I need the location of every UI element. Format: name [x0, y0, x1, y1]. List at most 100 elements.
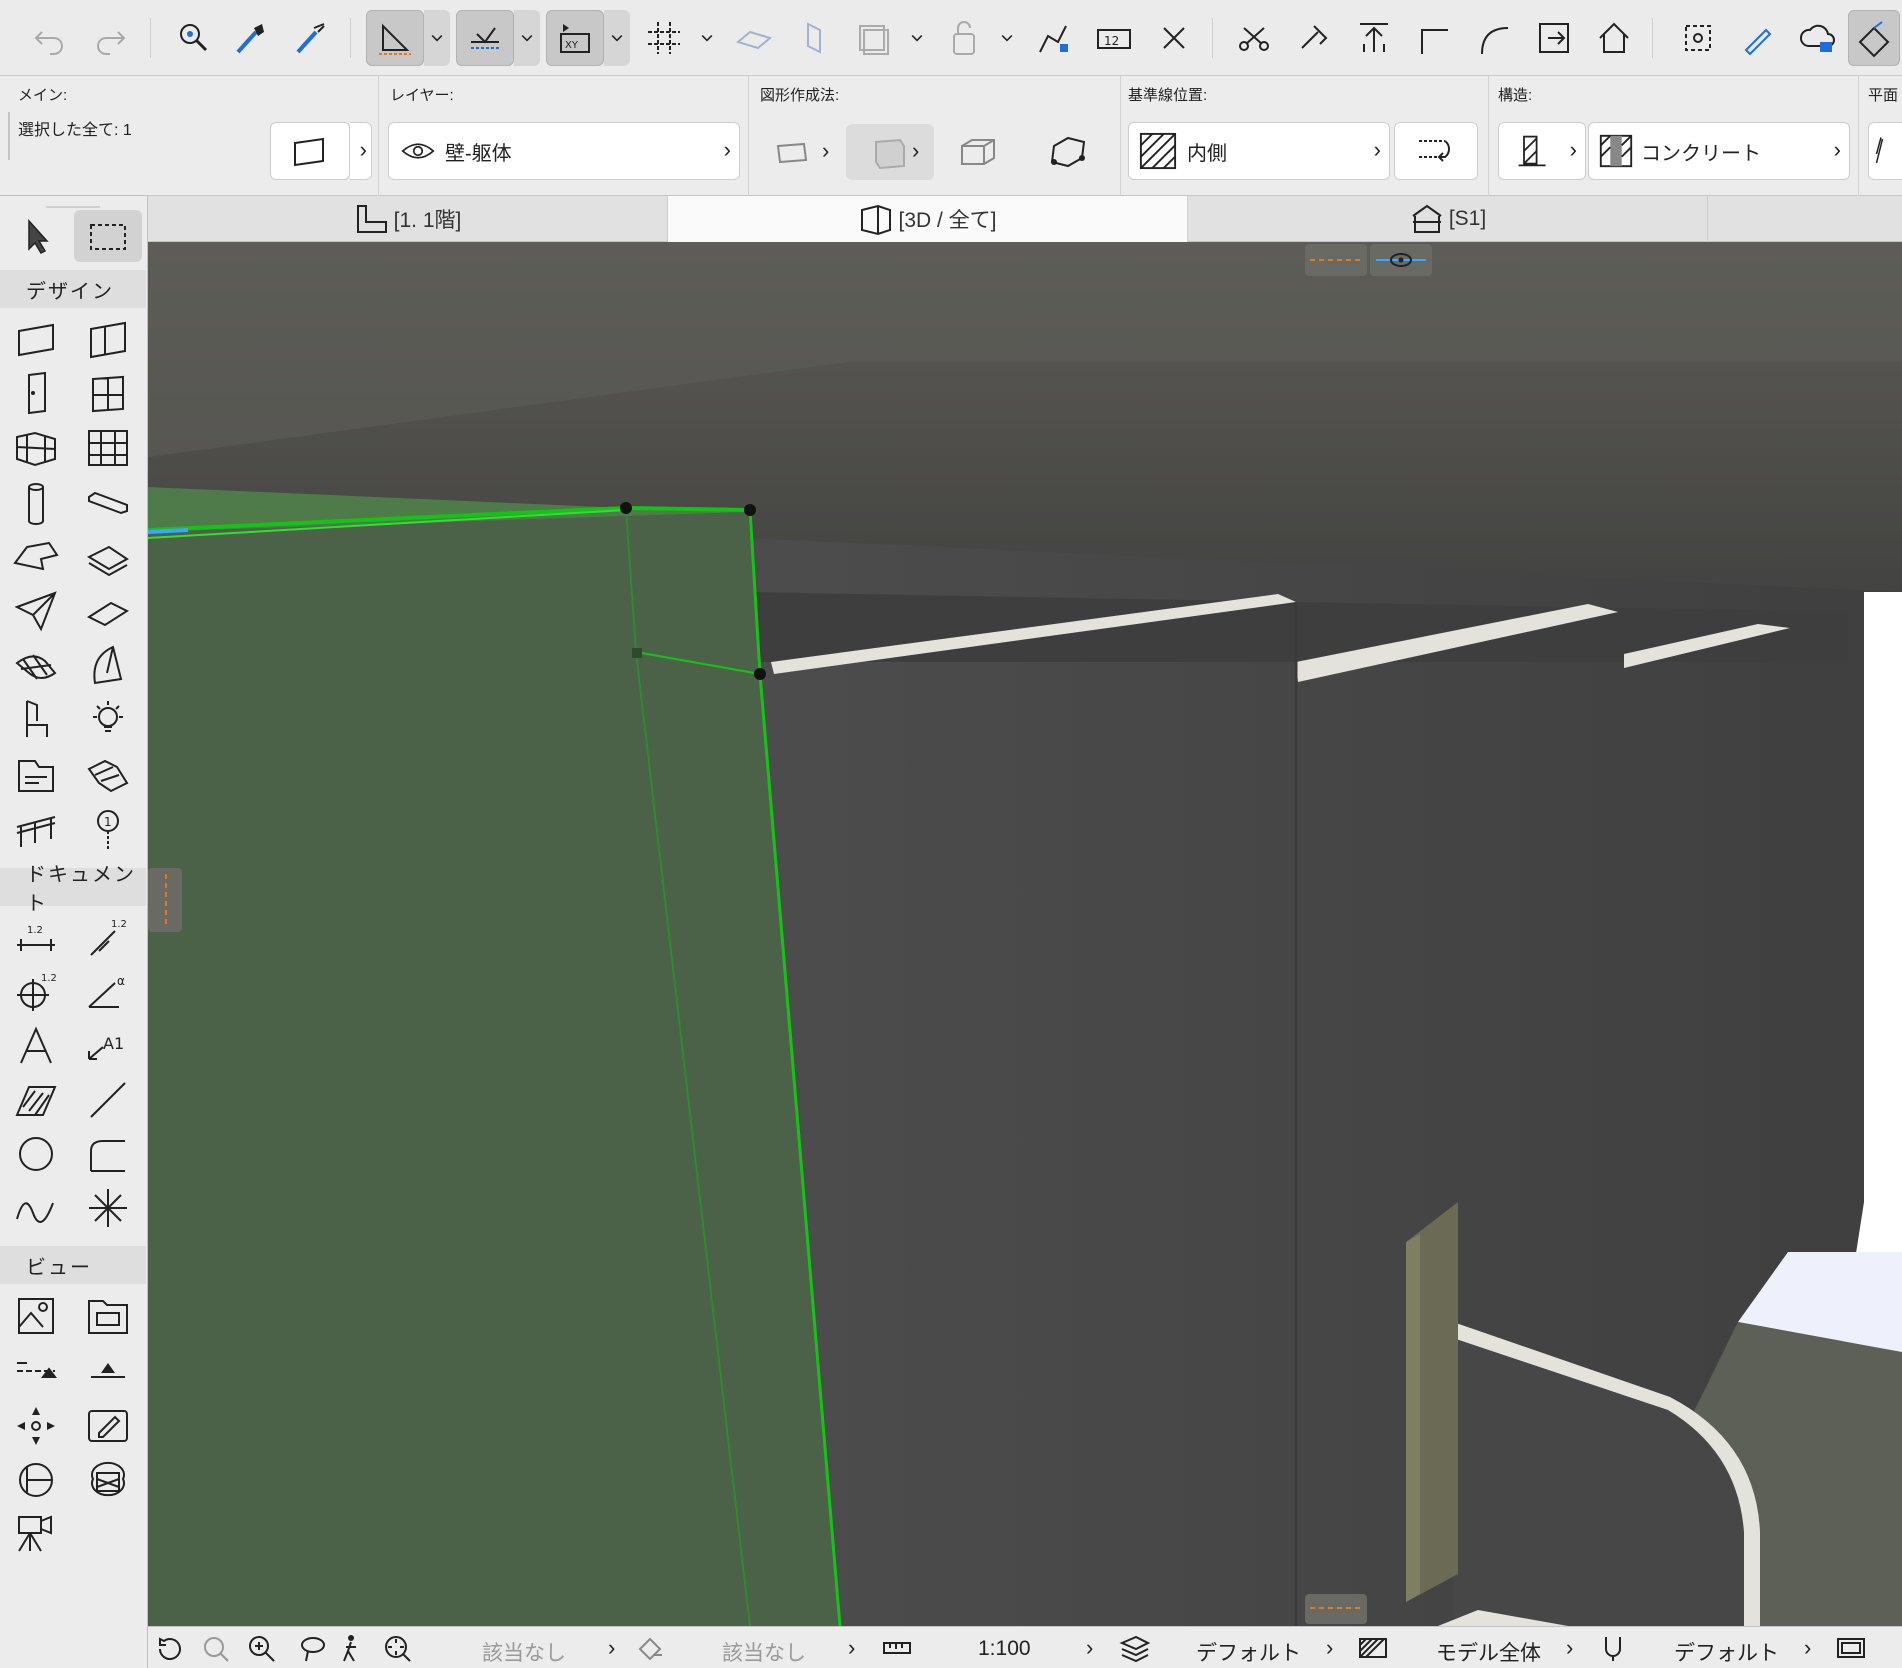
trace-icon[interactable]: [850, 10, 898, 66]
teamwork-icon[interactable]: [1794, 10, 1842, 66]
vertical-plane-icon[interactable]: [790, 10, 838, 66]
selection-hotspot[interactable]: [744, 504, 756, 516]
wall-box-method-icon[interactable]: [950, 124, 1006, 180]
fill-tool-icon[interactable]: [6, 1074, 66, 1126]
partial-structure-icon[interactable]: [1834, 1631, 1868, 1665]
tab-3d-window[interactable]: [3D / 全て]: [668, 196, 1188, 242]
suspend-groups-icon[interactable]: [940, 10, 988, 66]
find-select-icon[interactable]: [170, 10, 218, 66]
window-tool-icon[interactable]: [78, 368, 138, 420]
detail-tool-icon[interactable]: [6, 1454, 66, 1506]
fillet-icon[interactable]: [1410, 10, 1458, 66]
chevron-right-icon[interactable]: ›: [912, 138, 919, 164]
worksheet-tool-icon[interactable]: [78, 1400, 138, 1452]
pen-set-value[interactable]: デフォルト: [1674, 1637, 1779, 1667]
beam-tool-icon[interactable]: [78, 478, 138, 530]
elevate-icon[interactable]: [1350, 10, 1398, 66]
spline-tool-icon[interactable]: [6, 1182, 66, 1234]
elevation-tool-icon[interactable]: [78, 1344, 138, 1396]
toolbox-grip[interactable]: [46, 206, 100, 208]
curtain-wall-tool-icon[interactable]: [78, 314, 138, 366]
element-shape-selector[interactable]: [270, 122, 350, 180]
eyedropper-icon[interactable]: [226, 10, 274, 66]
layer-combination-value[interactable]: デフォルト: [1196, 1637, 1301, 1667]
chevron-right-icon[interactable]: ›: [1086, 1635, 1093, 1661]
snap-guides-icon[interactable]: [456, 10, 514, 66]
zone-tool-icon[interactable]: [6, 750, 66, 802]
grid-snap-icon[interactable]: [640, 10, 688, 66]
reference-line-selector[interactable]: 内側 ›: [1128, 122, 1390, 180]
category-design[interactable]: デザイン: [0, 270, 146, 308]
chevron-down-icon[interactable]: [424, 10, 450, 66]
split-icon[interactable]: [1230, 10, 1278, 66]
drawing-tool-icon[interactable]: [78, 1290, 138, 1342]
chevron-down-icon[interactable]: [994, 10, 1020, 66]
tab-floor-plan[interactable]: [1. 1階]: [148, 196, 668, 242]
scale-value[interactable]: 1:100: [978, 1637, 1031, 1661]
figure-tool-icon[interactable]: [6, 1290, 66, 1342]
shape-selector-arrow[interactable]: ›: [350, 122, 372, 180]
selected-wall[interactable]: [148, 512, 840, 1626]
explore-icon[interactable]: [334, 1631, 368, 1665]
category-document[interactable]: ドキュメント: [0, 864, 146, 915]
pen-set-icon[interactable]: [1596, 1631, 1630, 1665]
angle-dimension-tool-icon[interactable]: α: [78, 966, 138, 1018]
syringe-icon[interactable]: [286, 10, 334, 66]
chevron-right-icon[interactable]: ›: [1566, 1635, 1573, 1661]
column-tool-icon[interactable]: [6, 478, 66, 530]
label-pin-tool-icon[interactable]: 1: [78, 804, 138, 856]
line-tool-icon[interactable]: [78, 1074, 138, 1126]
layer-selector[interactable]: 壁-躯体 ›: [388, 122, 740, 180]
straight-wall-method-icon[interactable]: [766, 124, 822, 180]
object-tool-icon[interactable]: [6, 694, 66, 746]
wall-tool-icon[interactable]: [6, 314, 66, 366]
undo-icon[interactable]: [26, 10, 74, 66]
scale-icon[interactable]: [880, 1631, 914, 1665]
delete-icon[interactable]: [1150, 10, 1198, 66]
chevron-right-icon[interactable]: ›: [608, 1635, 615, 1661]
chevron-down-icon[interactable]: [904, 10, 930, 66]
skylight-tool-icon[interactable]: [78, 586, 138, 638]
redo-icon[interactable]: [86, 10, 134, 66]
change-tool-icon[interactable]: [78, 1454, 138, 1506]
interior-elevation-tool-icon[interactable]: [6, 1400, 66, 1452]
mesh-tool-icon[interactable]: [6, 640, 66, 692]
renovation-icon[interactable]: [1030, 10, 1078, 66]
category-view[interactable]: ビュー: [0, 1246, 146, 1284]
slab-tool-icon[interactable]: [6, 532, 66, 584]
shell-tool-icon[interactable]: [6, 586, 66, 638]
tab-section[interactable]: [S1]: [1188, 196, 1708, 242]
morph-tool-icon[interactable]: [78, 640, 138, 692]
fit-in-window-icon[interactable]: [380, 1631, 414, 1665]
hotspot-tool-icon[interactable]: [78, 1182, 138, 1234]
marquee-select-icon[interactable]: [74, 210, 142, 262]
marquee-icon[interactable]: [1674, 10, 1722, 66]
building-material-selector[interactable]: コンクリート ›: [1588, 122, 1850, 180]
circle-tool-icon[interactable]: [6, 1128, 66, 1180]
level-dimension-tool-icon[interactable]: 1.2: [78, 912, 138, 964]
chevron-down-icon[interactable]: [604, 10, 630, 66]
chevron-down-icon[interactable]: [514, 10, 540, 66]
adjust-icon[interactable]: [1290, 10, 1338, 66]
chevron-right-icon[interactable]: ›: [1804, 1635, 1811, 1661]
chevron-right-icon[interactable]: ›: [822, 138, 829, 164]
object-grid-tool-icon[interactable]: [78, 422, 138, 474]
layer-combination-icon[interactable]: [1118, 1631, 1152, 1665]
door-tool-icon[interactable]: [6, 368, 66, 420]
polyline-tool-icon[interactable]: [78, 1128, 138, 1180]
selection-hotspot[interactable]: [620, 502, 632, 514]
selection-hotspot[interactable]: [754, 668, 766, 680]
dimension-tool-icon[interactable]: 1.2: [6, 912, 66, 964]
next-view-icon[interactable]: [198, 1631, 232, 1665]
curtain-grid-tool-icon[interactable]: [6, 422, 66, 474]
model-view-value[interactable]: モデル全体: [1436, 1637, 1541, 1667]
model-view-icon[interactable]: [1356, 1631, 1390, 1665]
flip-reference-button[interactable]: [1394, 122, 1478, 180]
editing-plane-icon[interactable]: [730, 10, 778, 66]
section-tool-icon[interactable]: [6, 1344, 66, 1396]
roof-icon[interactable]: [1590, 10, 1638, 66]
3d-cutaway-icon[interactable]: [1848, 10, 1900, 66]
chevron-right-icon[interactable]: ›: [848, 1635, 855, 1661]
roof-tool-icon[interactable]: [78, 532, 138, 584]
selection-hotspot-hidden[interactable]: [632, 648, 642, 658]
